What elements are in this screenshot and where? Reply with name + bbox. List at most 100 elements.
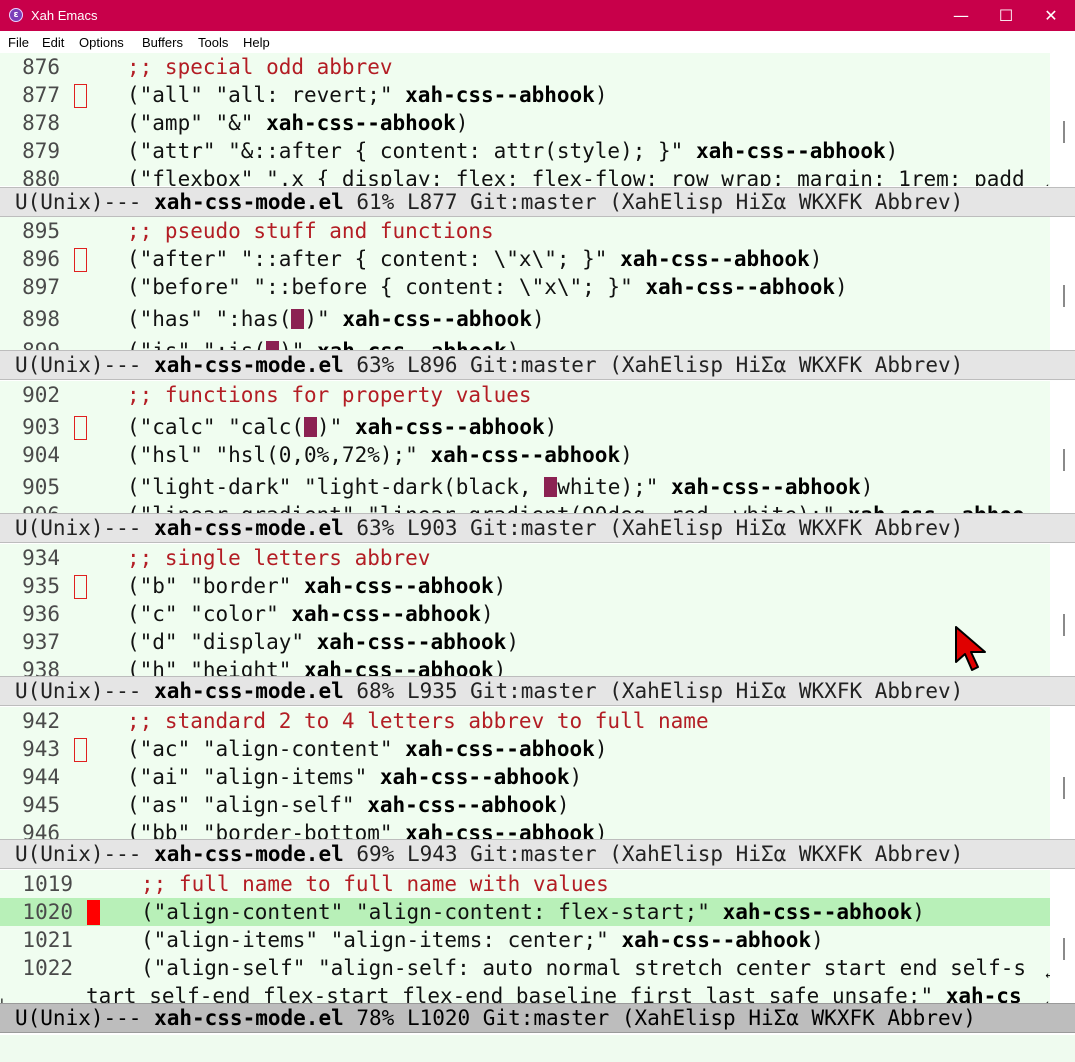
code-text: ("as" "align-self" xah-css--abhook) xyxy=(127,793,570,817)
vertical-scrollbar[interactable] xyxy=(1050,544,1075,677)
scrollbar-thumb[interactable] xyxy=(1063,614,1065,636)
code-line[interactable]: 1022 ("align-self" "align-self: auto norm… xyxy=(0,954,1050,982)
code-line[interactable]: 942 ;; standard 2 to 4 letters abbrev to … xyxy=(0,707,1050,735)
echo-area[interactable] xyxy=(0,1035,1075,1062)
mode-line-buffer-name[interactable]: xah-css-mode.el xyxy=(154,516,344,540)
code-line[interactable]: 934 ;; single letters abbrev xyxy=(0,544,1050,572)
code-line[interactable]: 904 ("hsl" "hsl(0,0%,72%);" xah-css--abho… xyxy=(0,441,1050,469)
menu-tools[interactable]: Tools xyxy=(198,34,228,51)
code-line[interactable]: 937 ("d" "display" xah-css--abhook) xyxy=(0,628,1050,656)
mode-line-buffer-name[interactable]: xah-css-mode.el xyxy=(154,842,344,866)
code-line[interactable]: 1021 ("align-items" "align-items: center;… xyxy=(0,926,1050,954)
menu-file[interactable]: File xyxy=(8,34,29,51)
mode-line-status: U(Unix)--- xyxy=(15,1006,155,1030)
vertical-scrollbar[interactable] xyxy=(1050,707,1075,840)
vertical-scrollbar[interactable] xyxy=(1050,53,1075,186)
mode-line-buffer-name[interactable]: xah-css-mode.el xyxy=(154,190,344,214)
scrollbar-thumb[interactable] xyxy=(1063,777,1065,799)
code-line[interactable]: tart self-end flex-start flex-end baseli… xyxy=(0,982,1050,1004)
menu-options[interactable]: Options xyxy=(79,34,124,51)
editor-window[interactable]: 942 ;; standard 2 to 4 letters abbrev to … xyxy=(0,707,1075,840)
code-text: ;; full name to full name with values xyxy=(141,872,609,896)
maximize-button[interactable]: ☐ xyxy=(983,0,1029,31)
line-number: 938 xyxy=(22,658,60,677)
fringe-marker xyxy=(74,416,87,440)
editor-window[interactable]: 1019 ;; full name to full name with value… xyxy=(0,870,1075,1004)
window-title: Xah Emacs xyxy=(31,8,98,23)
editor-window[interactable]: 902 ;; functions for property values 903 ("… xyxy=(0,381,1075,514)
code-line[interactable]: 944 ("ai" "align-items" xah-css--abhook) xyxy=(0,763,1050,791)
code-line[interactable]: 936 ("c" "color" xah-css--abhook) xyxy=(0,600,1050,628)
line-number: 936 xyxy=(22,602,60,626)
scrollbar-thumb[interactable] xyxy=(1063,449,1065,471)
code-line[interactable]: 1019 ;; full name to full name with value… xyxy=(0,870,1050,898)
editor-window[interactable]: 895 ;; pseudo stuff and functions 896 ("aft… xyxy=(0,217,1075,350)
mode-line[interactable]: U(Unix)--- xah-css-mode.el 69% L943 Git:… xyxy=(0,839,1075,869)
code-line[interactable]: 903 ("calc" "calc()" xah-css--abhook) xyxy=(0,413,1050,441)
scrollbar-thumb[interactable] xyxy=(1063,285,1065,307)
code-line[interactable]: 943 ("ac" "align-content" xah-css--abhook… xyxy=(0,735,1050,763)
line-number: 904 xyxy=(22,443,60,467)
mode-line-info: 68% L935 Git:master (XahElisp HiΣα WKXFK… xyxy=(343,679,964,703)
fringe-marker xyxy=(74,738,87,762)
buffer-text-area[interactable]: 934 ;; single letters abbrev 935 ("b" "bord… xyxy=(0,544,1050,677)
code-text: ("bb" "border-bottom" xah-css--abhook) xyxy=(127,821,608,840)
buffer-text-area[interactable]: 895 ;; pseudo stuff and functions 896 ("aft… xyxy=(0,217,1050,350)
code-text: ("d" "display" xah-css--abhook) xyxy=(127,630,519,654)
code-line[interactable]: 876 ;; special odd abbrev xyxy=(0,53,1050,81)
code-line[interactable]: 879 ("attr" "&::after { content: attr(sty… xyxy=(0,137,1050,165)
code-line[interactable]: 902 ;; functions for property values xyxy=(0,381,1050,409)
mode-line[interactable]: U(Unix)--- xah-css-mode.el 63% L903 Git:… xyxy=(0,513,1075,543)
editor-window[interactable]: 934 ;; single letters abbrev 935 ("b" "bord… xyxy=(0,544,1075,677)
line-number: 1019 xyxy=(22,872,73,896)
buffer-text-area[interactable]: 876 ;; special odd abbrev 877 ("all" "all: … xyxy=(0,53,1050,186)
code-text: ("h" "height" xah-css--abhook) xyxy=(127,658,507,677)
buffer-text-area[interactable]: 902 ;; functions for property values 903 ("… xyxy=(0,381,1050,514)
fringe-marker xyxy=(74,84,87,108)
code-line[interactable]: 946 ("bb" "border-bottom" xah-css--abhook… xyxy=(0,819,1050,840)
menu-bar: File Edit Options Buffers Tools Help xyxy=(0,31,1075,53)
mode-line-buffer-name[interactable]: xah-css-mode.el xyxy=(154,679,344,703)
menu-edit[interactable]: Edit xyxy=(42,34,64,51)
editor-window[interactable]: 876 ;; special odd abbrev 877 ("all" "all: … xyxy=(0,53,1075,186)
code-text: ("is" ":is()" xah-css--abhook) xyxy=(127,337,519,350)
code-line[interactable]: 905 ("light-dark" "light-dark(black, whit… xyxy=(0,473,1050,501)
buffer-text-area[interactable]: 942 ;; standard 2 to 4 letters abbrev to … xyxy=(0,707,1050,840)
code-text: ("hsl" "hsl(0,0%,72%);" xah-css--abhook) xyxy=(127,443,633,467)
buffer-text-area[interactable]: 1019 ;; full name to full name with value… xyxy=(0,870,1050,1004)
vertical-scrollbar[interactable] xyxy=(1050,217,1075,350)
code-line[interactable]: 938 ("h" "height" xah-css--abhook) xyxy=(0,656,1050,677)
code-line[interactable]: 945 ("as" "align-self" xah-css--abhook) xyxy=(0,791,1050,819)
code-line[interactable]: 877 ("all" "all: revert;" xah-css--abhook… xyxy=(0,81,1050,109)
mode-line-info: 63% L896 Git:master (XahElisp HiΣα WKXFK… xyxy=(343,353,964,377)
mode-line[interactable]: U(Unix)--- xah-css-mode.el 78% L1020 Git… xyxy=(0,1003,1075,1033)
vertical-scrollbar[interactable] xyxy=(1050,870,1075,1004)
line-number: 902 xyxy=(22,383,60,407)
minimize-button[interactable]: — xyxy=(938,0,984,31)
vertical-scrollbar[interactable] xyxy=(1050,381,1075,514)
code-line[interactable]: 897 ("before" "::before { content: \"x\";… xyxy=(0,273,1050,301)
code-line[interactable]: 899 ("is" ":is()" xah-css--abhook) xyxy=(0,337,1050,350)
mode-line[interactable]: U(Unix)--- xah-css-mode.el 63% L896 Git:… xyxy=(0,350,1075,380)
code-line[interactable]: 898 ("has" ":has()" xah-css--abhook) xyxy=(0,305,1050,333)
code-text: ("attr" "&::after { content: attr(style)… xyxy=(127,139,899,163)
mode-line-buffer-name[interactable]: xah-css-mode.el xyxy=(154,1006,344,1030)
code-line[interactable]: 878 ("amp" "&" xah-css--abhook) xyxy=(0,109,1050,137)
code-line[interactable]: 896 ("after" "::after { content: \"x\"; }… xyxy=(0,245,1050,273)
code-line[interactable]: 895 ;; pseudo stuff and functions xyxy=(0,217,1050,245)
mode-line-info: 61% L877 Git:master (XahElisp HiΣα WKXFK… xyxy=(343,190,964,214)
mode-line[interactable]: U(Unix)--- xah-css-mode.el 61% L877 Git:… xyxy=(0,187,1075,217)
scrollbar-thumb[interactable] xyxy=(1063,938,1065,960)
mode-line-status: U(Unix)--- xyxy=(15,353,155,377)
code-line[interactable]: 880 ("flexbox" ".x { display: flex; flex-… xyxy=(0,165,1050,186)
menu-help[interactable]: Help xyxy=(243,34,270,51)
close-button[interactable]: ✕ xyxy=(1028,0,1074,31)
scrollbar-thumb[interactable] xyxy=(1063,121,1065,143)
code-line[interactable]: 1020 ("align-content" "align-content: fle… xyxy=(0,898,1050,926)
menu-buffers[interactable]: Buffers xyxy=(142,34,183,51)
code-line[interactable]: 935 ("b" "border" xah-css--abhook) xyxy=(0,572,1050,600)
mode-line[interactable]: U(Unix)--- xah-css-mode.el 68% L935 Git:… xyxy=(0,676,1075,706)
mode-line-buffer-name[interactable]: xah-css-mode.el xyxy=(154,353,344,377)
line-number: 1022 xyxy=(22,956,73,980)
line-number: 899 xyxy=(0,337,60,350)
